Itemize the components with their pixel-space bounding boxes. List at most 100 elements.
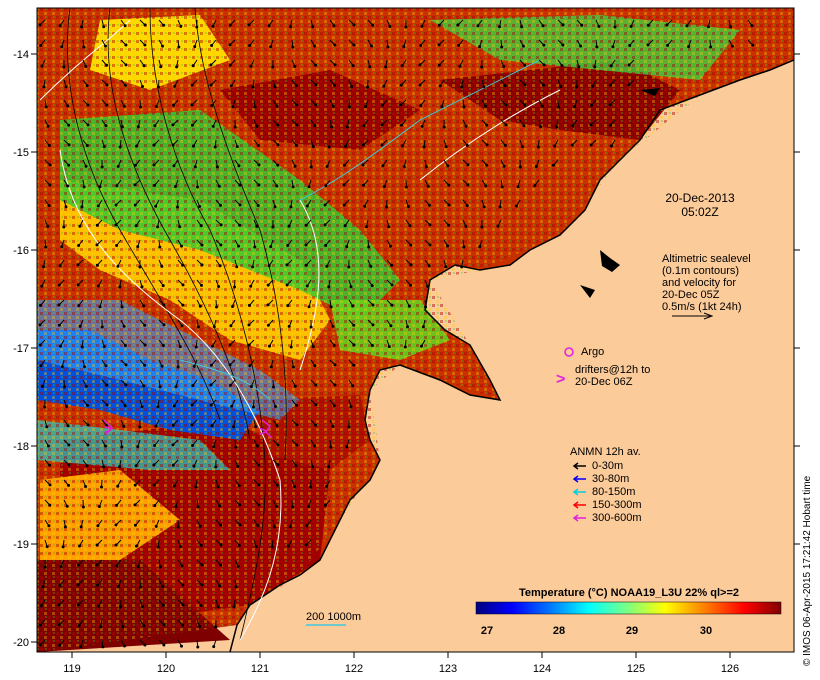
velocity-arrowhead xyxy=(100,485,103,489)
velocity-arrowhead xyxy=(238,223,242,227)
velocity-arrowhead xyxy=(48,183,52,187)
velocity-arrowhead xyxy=(76,263,80,267)
velocity-arrowhead xyxy=(105,83,109,87)
colorbar-tick: 29 xyxy=(626,625,638,637)
velocity-arrowhead xyxy=(403,345,407,349)
velocity-arrowhead xyxy=(361,143,365,147)
velocity-arrowhead xyxy=(118,145,122,149)
velocity-arrowhead xyxy=(345,445,349,449)
velocity-arrowhead xyxy=(44,105,48,109)
velocity-arrowhead xyxy=(62,65,66,69)
velocity-arrowhead xyxy=(314,403,318,407)
velocity-arrowhead xyxy=(193,165,197,169)
velocity-arrowhead xyxy=(485,163,489,167)
velocity-arrowhead xyxy=(174,185,177,188)
velocity-arrowhead xyxy=(542,43,546,47)
velocity-arrowhead xyxy=(196,325,200,329)
velocity-arrowhead xyxy=(174,385,178,389)
velocity-arrowhead xyxy=(287,544,290,548)
velocity-arrowhead xyxy=(97,604,101,608)
velocity-arrowhead xyxy=(289,205,293,209)
velocity-arrowhead xyxy=(575,85,579,89)
velocity-arrowhead xyxy=(64,85,68,89)
velocity-arrowhead xyxy=(466,163,470,167)
velocity-arrowhead xyxy=(196,185,199,189)
velocity-arrowhead xyxy=(152,483,156,487)
velocity-arrowhead xyxy=(464,224,468,228)
velocity-arrowhead xyxy=(485,143,489,147)
velocity-arrowhead xyxy=(213,145,217,149)
velocity-arrowhead xyxy=(504,103,508,107)
velocity-arrowhead xyxy=(80,25,84,29)
velocity-arrowhead xyxy=(160,264,164,268)
velocity-arrowhead xyxy=(172,164,176,168)
velocity-arrowhead xyxy=(190,123,194,127)
velocity-arrowhead xyxy=(484,104,488,108)
velocity-arrowhead xyxy=(293,64,297,68)
velocity-arrowhead xyxy=(313,124,317,128)
velocity-arrowhead xyxy=(447,183,451,187)
velocity-arrowhead xyxy=(343,224,347,228)
velocity-arrowhead xyxy=(210,104,214,108)
velocity-arrowhead xyxy=(235,145,239,149)
velocity-arrowhead xyxy=(613,25,617,29)
velocity-arrowhead xyxy=(427,264,431,268)
velocity-arrowhead xyxy=(218,264,222,268)
velocity-arrowhead xyxy=(85,464,89,468)
velocity-arrowhead xyxy=(309,485,313,489)
velocity-arrowhead xyxy=(514,204,518,208)
velocity-arrowhead xyxy=(368,65,372,69)
velocity-arrowhead xyxy=(446,244,450,248)
velocity-arrowhead xyxy=(218,504,222,508)
velocity-arrowhead xyxy=(609,144,613,148)
velocity-arrowhead xyxy=(426,184,430,188)
velocity-arrowhead xyxy=(291,45,295,49)
velocity-arrowhead xyxy=(39,303,42,307)
velocity-arrowhead xyxy=(153,504,157,508)
velocity-arrowhead xyxy=(120,125,124,129)
velocity-arrowhead xyxy=(272,385,275,389)
velocity-arrowhead xyxy=(400,144,404,148)
anmn-item-label: 30-80m xyxy=(592,473,629,485)
velocity-arrowhead xyxy=(45,425,49,429)
velocity-arrowhead xyxy=(200,563,204,567)
velocity-arrowhead xyxy=(591,84,595,88)
velocity-arrowhead xyxy=(198,205,202,208)
velocity-arrowhead xyxy=(381,103,384,107)
velocity-arrowhead xyxy=(560,64,564,68)
velocity-arrowhead xyxy=(191,444,195,447)
velocity-arrowhead xyxy=(289,345,293,349)
drifter-line: 20-Dec 06Z xyxy=(575,376,633,388)
velocity-arrowhead xyxy=(65,504,69,508)
velocity-arrowhead xyxy=(273,85,277,89)
velocity-arrowhead xyxy=(557,105,561,109)
velocity-arrowhead xyxy=(190,103,194,107)
velocity-arrowhead xyxy=(192,364,196,368)
velocity-arrowhead xyxy=(480,225,484,229)
velocity-arrowhead xyxy=(123,24,127,28)
colorbar-tick: 30 xyxy=(700,625,712,637)
velocity-arrowhead xyxy=(81,505,85,509)
velocity-arrowhead xyxy=(533,184,537,188)
velocity-arrowhead xyxy=(78,324,82,328)
velocity-arrowhead xyxy=(386,45,390,49)
velocity-arrowhead xyxy=(143,23,147,27)
colorbar-title: Temperature (°C) NOAA19_L3U 22% ql>=2 xyxy=(519,587,739,599)
velocity-arrowhead xyxy=(60,245,64,249)
velocity-arrowhead xyxy=(38,323,42,327)
velocity-arrowhead xyxy=(498,205,502,209)
velocity-arrowhead xyxy=(293,485,297,488)
velocity-arrowhead xyxy=(172,484,176,488)
velocity-arrowhead xyxy=(176,205,179,209)
velocity-arrowhead xyxy=(46,124,50,128)
velocity-arrowhead xyxy=(162,603,165,607)
velocity-arrowhead xyxy=(380,123,384,127)
velocity-arrowhead xyxy=(276,443,280,447)
velocity-arrowhead xyxy=(124,63,128,67)
velocity-arrowhead xyxy=(116,264,120,268)
velocity-arrowhead xyxy=(141,85,144,88)
velocity-arrowhead xyxy=(579,44,583,48)
velocity-arrowhead xyxy=(390,263,394,267)
velocity-arrowhead xyxy=(38,343,42,347)
velocity-arrowhead xyxy=(133,183,137,187)
